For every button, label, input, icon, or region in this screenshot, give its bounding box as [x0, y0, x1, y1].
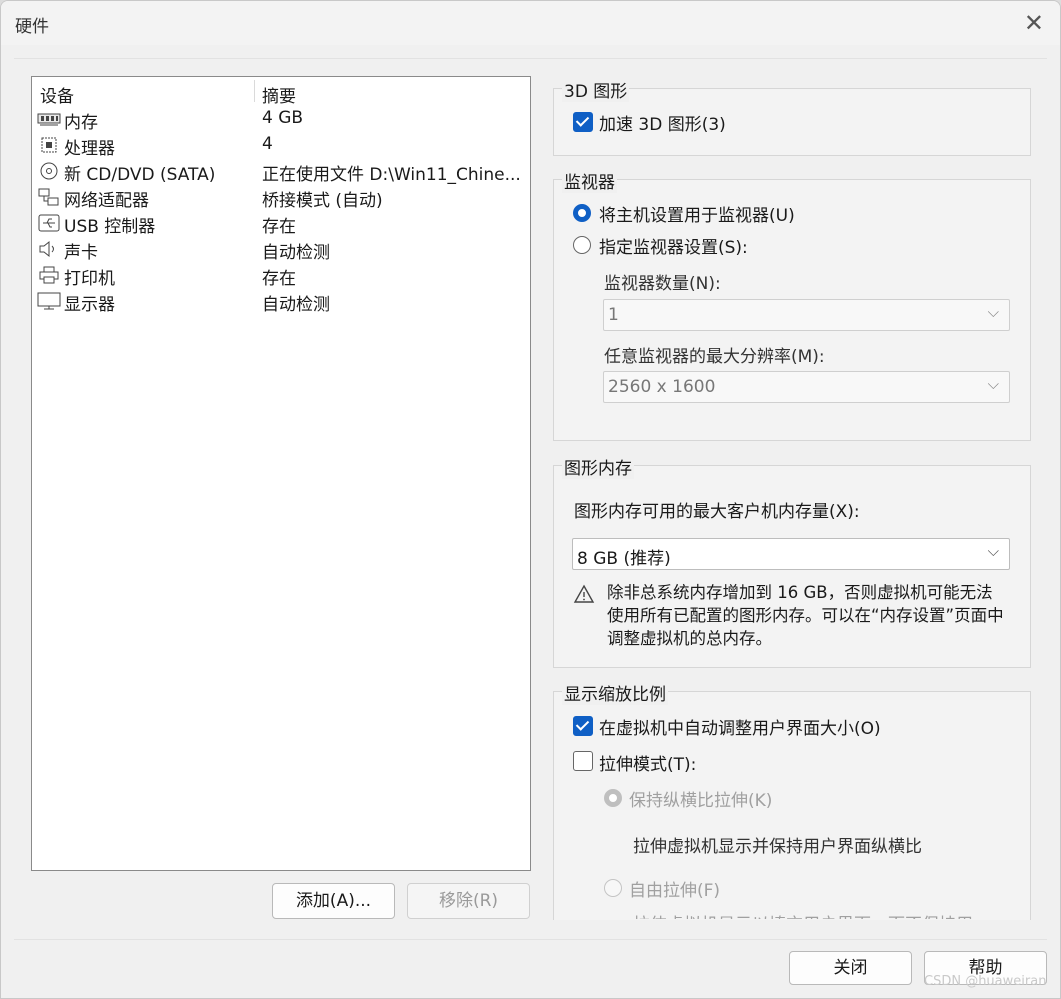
remove-button[interactable]: 移除(R) [407, 883, 530, 919]
network-adapter-icon [38, 188, 59, 206]
list-row-processor[interactable]: 处理器 4 [32, 132, 530, 159]
chevron-down-icon: ⌵ [987, 303, 999, 321]
list-row-usb[interactable]: USB 控制器 存在 [32, 210, 530, 237]
device-name: 网络适配器 [64, 191, 149, 211]
auto-adjust-ui-label[interactable]: 在虚拟机中自动调整用户界面大小(O) [599, 714, 881, 739]
group-title-monitor: 监视器 [562, 168, 617, 193]
cd-dvd-icon [40, 162, 58, 180]
keep-aspect-label[interactable]: 保持纵横比拉伸(K) [629, 786, 772, 811]
free-stretch-radio[interactable] [604, 879, 622, 897]
monitor-count-label: 监视器数量(N): [604, 274, 721, 294]
device-summary: 存在 [262, 269, 296, 289]
device-name: 内存 [64, 113, 98, 133]
max-resolution-select[interactable]: 2560 x 1600 ⌵ [603, 371, 1010, 403]
usb-icon [38, 214, 60, 232]
device-summary: 自动检测 [262, 295, 330, 315]
device-summary: 4 GB [262, 108, 304, 128]
device-summary: 正在使用文件 D:\Win11_Chine... [262, 165, 521, 185]
list-row-cd-dvd[interactable]: 新 CD/DVD (SATA) 正在使用文件 D:\Win11_Chine... [32, 158, 530, 185]
memory-icon [37, 113, 61, 126]
free-stretch-description: 拉伸虚拟机显示以填充用户界面，而不保持用 [633, 910, 973, 919]
max-resolution-label: 任意监视器的最大分辨率(M): [604, 347, 825, 367]
use-host-label[interactable]: 将主机设置用于监视器(U) [599, 201, 795, 226]
specify-monitor-label[interactable]: 指定监视器设置(S): [599, 233, 748, 258]
keep-aspect-description: 拉伸虚拟机显示并保持用户界面纵横比 [633, 837, 922, 857]
warning-icon [573, 584, 595, 603]
accelerate-3d-checkbox[interactable] [573, 112, 593, 132]
list-header: 设备 摘要 [32, 77, 530, 107]
device-summary: 桥接模式 (自动) [262, 191, 383, 211]
add-button[interactable]: 添加(A)... [272, 883, 395, 919]
graphics-memory-max-label: 图形内存可用的最大客户机内存量(X): [574, 502, 860, 522]
sound-card-icon [39, 240, 54, 258]
graphics-memory-select[interactable]: 8 GB (推荐) ⌵ [572, 538, 1010, 570]
device-name: 打印机 [64, 269, 115, 289]
device-summary: 存在 [262, 217, 296, 237]
graphics-memory-value: 8 GB (推荐) [577, 549, 671, 569]
monitor-count-value: 1 [608, 305, 619, 325]
graphics-memory-warning: 除非总系统内存增加到 16 GB，否则虚拟机可能无法使用所有已配置的图形内存。可… [607, 583, 1004, 648]
group-title-3d-graphics: 3D 图形 [562, 77, 630, 102]
list-row-sound-card[interactable]: 声卡 自动检测 [32, 236, 530, 263]
stretch-mode-checkbox[interactable] [573, 751, 593, 771]
window-title: 硬件 [15, 17, 49, 37]
group-title-graphics-memory: 图形内存 [562, 454, 634, 479]
group-title-display-scaling: 显示缩放比例 [562, 680, 668, 705]
title-bar: 硬件 ✕ [1, 1, 1060, 45]
watermark: CSDN @huaweiran [924, 974, 1047, 989]
chevron-down-icon: ⌵ [987, 375, 999, 393]
list-row-network-adapter[interactable]: 网络适配器 桥接模式 (自动) [32, 184, 530, 211]
close-icon[interactable]: ✕ [1024, 9, 1044, 37]
max-resolution-value: 2560 x 1600 [608, 377, 716, 397]
device-name: 新 CD/DVD (SATA) [64, 165, 216, 185]
display-icon [37, 292, 61, 310]
list-row-printer[interactable]: 打印机 存在 [32, 262, 530, 289]
device-list[interactable]: 设备 摘要 内存 4 GB 处理器 4 新 CD/DVD (SATA) 正在使用… [31, 76, 531, 871]
device-name: 声卡 [64, 243, 98, 263]
device-name: 显示器 [64, 295, 115, 315]
accelerate-3d-label[interactable]: 加速 3D 图形(3) [599, 110, 726, 135]
specify-monitor-radio[interactable] [573, 236, 591, 254]
close-button[interactable]: 关闭 [789, 951, 912, 985]
device-name: 处理器 [64, 139, 115, 159]
keep-aspect-radio[interactable] [604, 789, 622, 807]
printer-icon [39, 266, 59, 284]
chevron-down-icon: ⌵ [987, 542, 999, 560]
list-row-display[interactable]: 显示器 自动检测 [32, 288, 530, 315]
monitor-count-select[interactable]: 1 ⌵ [603, 299, 1010, 331]
stretch-mode-label[interactable]: 拉伸模式(T): [599, 750, 696, 775]
column-header-device[interactable]: 设备 [40, 82, 74, 107]
column-divider[interactable] [254, 80, 255, 102]
free-stretch-label[interactable]: 自由拉伸(F) [629, 876, 720, 901]
device-name: USB 控制器 [64, 217, 156, 237]
processor-icon [41, 137, 57, 153]
device-summary: 4 [262, 134, 273, 154]
list-row-memory[interactable]: 内存 4 GB [32, 106, 530, 133]
auto-adjust-ui-checkbox[interactable] [573, 716, 593, 736]
free-stretch-description-clip: 拉伸虚拟机显示以填充用户界面，而不保持用 [600, 905, 1030, 919]
device-summary: 自动检测 [262, 243, 330, 263]
column-header-summary[interactable]: 摘要 [262, 82, 296, 107]
use-host-radio[interactable] [573, 204, 591, 222]
